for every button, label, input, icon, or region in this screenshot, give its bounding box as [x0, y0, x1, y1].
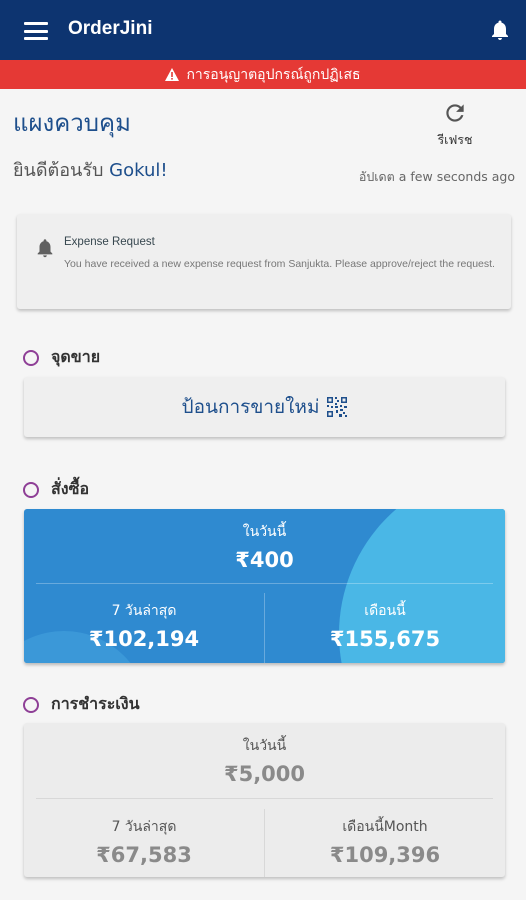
divider [36, 798, 493, 799]
orders-last-7-days: 7 วันล่าสุด ₹102,194 [24, 600, 264, 651]
pos-section-heading: จุดขาย [23, 345, 100, 370]
welcome-prefix: ยินดีต้อนรับ [13, 160, 110, 181]
circle-icon [23, 696, 39, 713]
stat-label: ในวันนี้ [242, 524, 287, 540]
expense-request-notification[interactable]: Expense Request You have received a new … [17, 214, 511, 309]
payments-section-heading: การชำระเงิน [23, 692, 140, 717]
stat-value: ₹102,194 [88, 627, 200, 651]
notification-body: You have received a new expense request … [64, 258, 495, 270]
notification-title: Expense Request [64, 236, 155, 248]
orders-heading-text: สั่งซื้อ [51, 479, 90, 498]
payments-today: ในวันนี้ ₹5,000 [24, 735, 505, 786]
orders-section-heading: สั่งซื้อ [23, 477, 89, 502]
stat-value: ₹155,675 [329, 627, 441, 651]
username: Gokul! [109, 160, 168, 181]
stat-label: เดือนนี้Month [342, 819, 428, 835]
hamburger-menu-icon[interactable] [24, 22, 48, 40]
last-updated: อัปเดต a few seconds ago [358, 169, 515, 184]
bell-icon [37, 239, 53, 258]
stat-label: 7 วันล่าสุด [111, 603, 177, 619]
orders-summary-card[interactable]: ในวันนี้ ₹400 7 วันล่าสุด ₹102,194 เดือน… [24, 509, 505, 663]
payments-last-7-days: 7 วันล่าสุด ₹67,583 [24, 816, 264, 867]
stat-value: ₹67,583 [96, 843, 192, 867]
payments-this-month: เดือนนี้Month ₹109,396 [265, 816, 505, 867]
app-bar: OrderJini [0, 0, 526, 60]
payments-summary-card[interactable]: ในวันนี้ ₹5,000 7 วันล่าสุด ₹67,583 เดือ… [24, 723, 505, 877]
page-title: แผงควบคุม [13, 109, 131, 137]
qr-code-icon [327, 397, 348, 417]
stat-value: ₹109,396 [329, 843, 441, 867]
circle-icon [23, 349, 39, 366]
stat-label: เดือนนี้ [364, 603, 406, 619]
banner-text: การอนุญาตอุปกรณ์ถูกปฏิเสธ [186, 66, 361, 83]
stat-value: ₹400 [235, 548, 294, 572]
stat-label: 7 วันล่าสุด [111, 819, 177, 835]
refresh-icon [446, 104, 464, 122]
welcome-message: ยินดีต้อนรับ Gokul! [13, 155, 168, 184]
divider [36, 583, 493, 584]
orders-this-month: เดือนนี้ ₹155,675 [265, 600, 505, 651]
refresh-button[interactable]: รีเฟรช [430, 100, 480, 150]
new-sale-button[interactable]: ป้อนการขายใหม่ [24, 377, 505, 437]
refresh-label: รีเฟรช [437, 132, 473, 147]
orders-today: ในวันนี้ ₹400 [24, 521, 505, 572]
payments-heading-text: การชำระเงิน [51, 694, 140, 713]
new-sale-label: ป้อนการขายใหม่ [181, 396, 320, 418]
stat-label: ในวันนี้ [242, 738, 287, 754]
bell-icon[interactable] [488, 18, 512, 42]
permission-denied-banner: การอนุญาตอุปกรณ์ถูกปฏิเสธ [0, 60, 526, 89]
warning-icon [165, 68, 180, 81]
circle-icon [23, 481, 39, 498]
stat-value: ₹5,000 [223, 762, 306, 786]
app-title: OrderJini [68, 18, 153, 39]
pos-heading-text: จุดขาย [51, 347, 101, 366]
